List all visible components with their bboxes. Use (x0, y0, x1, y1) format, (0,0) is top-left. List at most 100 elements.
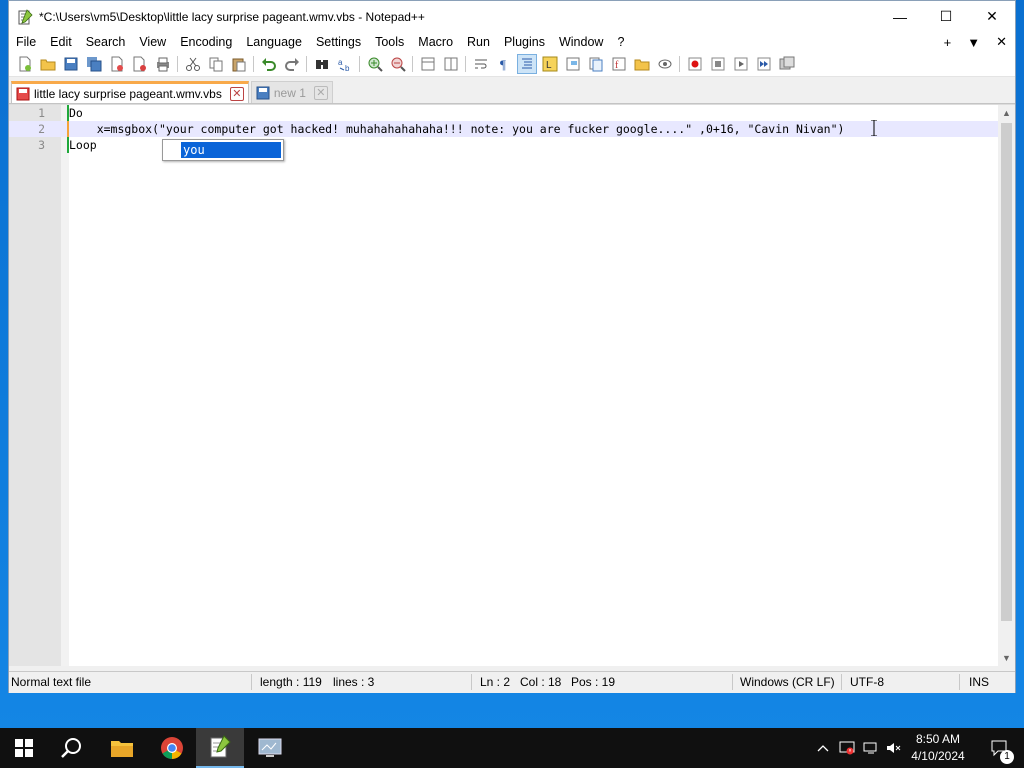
close-button[interactable]: ✕ (969, 1, 1015, 32)
network-icon[interactable] (860, 728, 882, 768)
indent-guide-icon[interactable] (516, 54, 537, 74)
macro-stop-icon[interactable] (708, 54, 728, 74)
redo-icon[interactable] (282, 54, 302, 74)
sync-vertical-icon[interactable] (418, 54, 438, 74)
scroll-up-icon[interactable]: ▲ (998, 105, 1015, 121)
status-length: length : 119 (260, 675, 322, 689)
find-icon[interactable] (312, 54, 332, 74)
minimize-button[interactable]: — (877, 1, 923, 32)
menu-edit[interactable]: Edit (43, 35, 79, 49)
file-explorer-icon[interactable] (98, 728, 146, 768)
taskbar-clock[interactable]: 8:50 AM 4/10/2024 (902, 731, 974, 765)
autocomplete-item[interactable]: you (181, 142, 281, 158)
macro-run-multiple-icon[interactable] (754, 54, 774, 74)
code-line-current[interactable]: 2 x=msgbox("your computer got hacked! mu… (9, 121, 999, 137)
close-doc-control[interactable]: ✕ (988, 34, 1015, 50)
save-icon[interactable] (61, 54, 81, 74)
tab-new-1[interactable]: new 1 ✕ (250, 81, 333, 103)
menu-view[interactable]: View (132, 35, 173, 49)
security-alert-icon[interactable] (836, 728, 858, 768)
vertical-scrollbar[interactable]: ▲ ▼ (998, 105, 1015, 666)
menu-run[interactable]: Run (460, 35, 497, 49)
toolbar: ab ¶ L f (9, 52, 1015, 77)
window-title: *C:\Users\vm5\Desktop\little lacy surpri… (39, 9, 425, 24)
word-wrap-icon[interactable] (471, 54, 491, 74)
code-line[interactable]: 1 Do (9, 105, 999, 121)
user-defined-lang-icon[interactable]: L (540, 54, 560, 74)
macro-record-icon[interactable] (685, 54, 705, 74)
line-number: 1 (38, 106, 45, 120)
new-file-icon[interactable] (15, 54, 35, 74)
line-text: Loop (69, 138, 97, 152)
scrollbar-thumb[interactable] (1001, 123, 1012, 621)
close-all-icon[interactable] (130, 54, 150, 74)
menu-bar: File Edit Search View Encoding Language … (9, 32, 1015, 52)
open-file-icon[interactable] (38, 54, 58, 74)
tab-bar: little lacy surprise pageant.wmv.vbs ✕ n… (9, 77, 1015, 104)
code-editor[interactable]: 1 Do 2 x=msgbox("your computer got hacke… (9, 104, 1015, 666)
notification-center-icon[interactable]: 1 (980, 728, 1020, 768)
scroll-down-icon[interactable]: ▼ (998, 650, 1015, 666)
tab-list-control[interactable]: ▼ (959, 35, 988, 50)
function-list-icon[interactable]: f (609, 54, 629, 74)
line-number: 3 (38, 138, 45, 152)
tab-close-icon[interactable]: ✕ (313, 85, 328, 100)
svg-text:b: b (345, 64, 350, 72)
tab-active-document[interactable]: little lacy surprise pageant.wmv.vbs ✕ (11, 81, 249, 103)
maximize-button[interactable]: ☐ (923, 1, 969, 32)
cut-icon[interactable] (183, 54, 203, 74)
notepadpp-window: *C:\Users\vm5\Desktop\little lacy surpri… (8, 0, 1016, 693)
start-icon[interactable] (0, 728, 48, 768)
search-icon[interactable] (48, 728, 96, 768)
autocomplete-popup: you (162, 139, 284, 161)
system-app-icon[interactable] (246, 728, 294, 768)
volume-muted-icon[interactable] (884, 728, 904, 768)
menu-language[interactable]: Language (239, 35, 309, 49)
show-all-chars-icon[interactable]: ¶ (494, 54, 514, 74)
monitoring-icon[interactable] (655, 54, 675, 74)
menu-macro[interactable]: Macro (411, 35, 460, 49)
status-ln: Ln : 2 (480, 675, 511, 689)
toolbar-separator (359, 56, 360, 72)
menu-search[interactable]: Search (79, 35, 133, 49)
toolbar-separator (253, 56, 254, 72)
sync-horizontal-icon[interactable] (441, 54, 461, 74)
zoom-out-icon[interactable] (388, 54, 408, 74)
menu-encoding[interactable]: Encoding (173, 35, 239, 49)
replace-icon[interactable]: ab (335, 54, 355, 74)
menu-file[interactable]: File (9, 35, 43, 49)
doc-map-icon[interactable] (563, 54, 583, 74)
code-line[interactable]: 3 Loop (9, 137, 999, 153)
line-number-gutter (9, 105, 61, 666)
status-pos: Pos : 19 (571, 675, 616, 689)
menu-settings[interactable]: Settings (309, 35, 368, 49)
status-divider (251, 674, 252, 690)
zoom-in-icon[interactable] (365, 54, 385, 74)
notepadpp-taskbar-icon[interactable] (196, 728, 244, 768)
doc-list-icon[interactable] (586, 54, 606, 74)
print-icon[interactable] (153, 54, 173, 74)
chrome-icon[interactable] (148, 728, 196, 768)
folder-workspace-icon[interactable] (632, 54, 652, 74)
undo-icon[interactable] (259, 54, 279, 74)
menu-help[interactable]: ? (610, 35, 631, 49)
paste-icon[interactable] (229, 54, 249, 74)
menu-plugins[interactable]: Plugins (497, 35, 552, 49)
menu-tools[interactable]: Tools (368, 35, 411, 49)
show-hidden-icons-icon[interactable] (814, 728, 832, 768)
tab-close-icon[interactable]: ✕ (229, 86, 244, 101)
menu-window[interactable]: Window (552, 35, 610, 49)
save-all-icon[interactable] (84, 54, 104, 74)
line-text: Do (69, 106, 83, 120)
clock-date: 4/10/2024 (911, 749, 965, 763)
toolbar-separator (465, 56, 466, 72)
macro-save-icon[interactable] (777, 54, 797, 74)
copy-icon[interactable] (206, 54, 226, 74)
close-file-icon[interactable] (107, 54, 127, 74)
notepadpp-icon (18, 8, 33, 24)
macro-play-icon[interactable] (731, 54, 751, 74)
toolbar-separator (679, 56, 680, 72)
svg-text:a: a (338, 58, 343, 67)
new-tab-control[interactable]: + (936, 35, 960, 50)
status-eol: Windows (CR LF) (740, 675, 835, 689)
